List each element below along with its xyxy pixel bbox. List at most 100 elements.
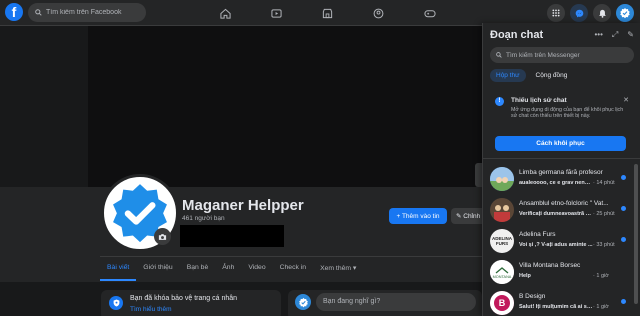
post-composer: Bạn đang nghĩ gì? [288,290,482,316]
svg-text:B: B [499,298,506,308]
more-options-icon[interactable]: ••• [594,30,602,40]
tab-more[interactable]: Xem thêm ▾ [313,259,363,281]
redacted-area [180,225,284,247]
conversation-name: Adelina Furs [519,231,556,238]
conversation-item[interactable]: Limba germana fără profesor aualeoooo, c… [483,164,633,195]
conversation-list: Limba germana fără profesor aualeoooo, c… [483,164,633,316]
nav-home[interactable] [200,0,251,26]
conversation-preview: Help [519,273,531,279]
tab-inbox[interactable]: Hộp thư [490,69,526,82]
update-photo-button[interactable] [154,228,171,245]
notice-body: Mở ứng dụng di động của bạn để khôi phục… [511,107,624,120]
chat-scrollbar[interactable] [634,164,638,304]
chat-tabs: Hộp thư Cộng đồng [490,69,573,82]
tab-community[interactable]: Cộng đồng [530,69,574,82]
learn-more-link[interactable]: Tìm hiểu thêm [130,306,172,313]
bell-icon [598,9,606,18]
messenger-search-input[interactable] [506,51,626,59]
chat-panel-actions: ••• ⤢ ✎ [594,30,634,40]
conversation-preview: Salut! Îți mulțumim că ai scris... [519,304,593,310]
conversation-time: · 25 phút [593,211,615,217]
unread-dot [621,237,626,242]
facebook-search[interactable] [28,3,146,22]
gaming-icon [423,9,436,17]
profile-name: Maganer Helpper [182,197,304,214]
profile-lock-card: Bạn đã khóa bảo vệ trang cá nhân Tìm hiể… [101,290,281,316]
friend-count[interactable]: 461 người bạn [182,215,225,222]
cover-photo[interactable] [88,26,482,187]
conversation-time: · 33 phút [593,242,615,248]
svg-text:MONTANA: MONTANA [493,275,512,279]
conversation-item[interactable]: ADELINA FURS Adelina Furs Voi și ,? V-ați… [483,226,633,257]
tab-posts[interactable]: Bài viết [100,259,137,281]
messenger-search[interactable] [490,47,634,63]
notifications-button[interactable] [593,4,611,22]
conversation-name: Villa Montana Borsec [519,262,581,269]
main-nav [200,0,455,26]
lock-card-title: Bạn đã khóa bảo vệ trang cá nhân [130,295,238,302]
search-icon [35,9,42,16]
conversation-avatar: MONTANA [490,260,514,284]
nav-gaming[interactable] [404,0,455,26]
marketplace-icon [322,8,333,18]
close-icon[interactable]: ✕ [623,96,629,104]
conversation-avatar [490,198,514,222]
account-avatar[interactable] [616,4,634,22]
conversation-time: · 1 giờ [593,304,609,310]
facebook-logo[interactable]: f [5,3,23,21]
info-icon: ! [495,97,504,106]
conversation-avatar: B [490,291,514,315]
menu-button[interactable] [547,4,565,22]
conversation-item[interactable]: Ansamblul etno-folcloric " Vat... Verifi… [483,195,633,226]
compose-icon[interactable]: ✎ [627,30,634,40]
video-icon [271,8,282,18]
composer-avatar[interactable] [295,294,311,310]
restore-button[interactable]: Cách khôi phục [495,136,626,151]
conversation-avatar: ADELINA FURS [490,229,514,253]
home-icon [220,8,231,19]
conversation-preview: aualeoooo, ce e grav nenea... [519,180,593,186]
unread-dot [621,206,626,211]
verified-badge-icon [298,297,308,307]
profile-divider [100,256,482,257]
profile-tabs: Bài viết Giới thiệu Bạn bè Ảnh Video Che… [100,259,363,281]
conversation-name: Ansamblul etno-folcloric " Vat... [519,200,609,207]
tab-photos[interactable]: Ảnh [215,259,241,281]
composer-input[interactable]: Bạn đang nghĩ gì? [316,293,476,311]
conversation-time: · 1 giờ [593,273,609,279]
nav-marketplace[interactable] [302,0,353,26]
conversation-preview: Verificați dumneavoastră și... [519,211,593,217]
tab-checkins[interactable]: Check in [273,259,313,281]
svg-text:FURS: FURS [496,241,508,246]
unread-dot [621,175,626,180]
tab-friends[interactable]: Bạn bè [180,259,216,281]
conversation-avatar [490,167,514,191]
camera-icon [158,233,167,240]
messenger-icon [575,9,583,17]
conversation-item[interactable]: MONTANA Villa Montana Borsec Help · 1 gi… [483,257,633,288]
expand-icon[interactable]: ⤢ [612,30,618,40]
search-input[interactable] [46,9,141,16]
chat-separator [483,158,640,159]
facebook-profile-page: f Tìm kiếm trên Facebook Maganer Helpper… [0,0,640,316]
unread-dot [621,299,626,304]
chat-panel-title: Đoạn chat [490,29,544,41]
add-to-story-button[interactable]: + Thêm vào tin [389,208,447,224]
tab-videos[interactable]: Video [241,259,272,281]
conversation-name: B Design [519,293,546,300]
messenger-button[interactable] [570,4,588,22]
conversation-time: · 14 phút [593,180,615,186]
shield-icon [109,296,123,310]
conversation-preview: Voi și ,? V-ați adus aminte ... [519,242,593,248]
conversation-name: Limba germana fără profesor [519,169,603,176]
search-icon [496,52,502,58]
topbar-right-actions [547,4,634,22]
nav-video[interactable] [251,0,302,26]
menu-grid-icon [552,9,560,17]
conversation-item[interactable]: B B Design Salut! Îți mulțumim că ai scr… [483,288,633,316]
notice-title: Thiếu lịch sử chat [511,97,567,104]
tab-about[interactable]: Giới thiệu [136,259,179,281]
groups-icon [373,8,384,18]
nav-groups[interactable] [353,0,404,26]
messenger-panel: Đoạn chat ••• ⤢ ✎ Hộp thư Cộng đồng ! Th… [482,23,640,316]
